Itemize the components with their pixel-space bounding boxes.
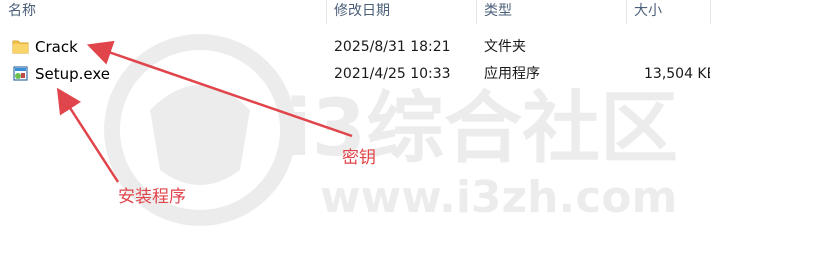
arrow-to-crack: [86, 40, 353, 138]
arrow-to-setup: [56, 87, 120, 183]
annotation-installer-label: 安装程序: [118, 187, 186, 207]
annotation-key-label: 密钥: [342, 148, 376, 168]
annotation-arrows: [56, 40, 353, 183]
